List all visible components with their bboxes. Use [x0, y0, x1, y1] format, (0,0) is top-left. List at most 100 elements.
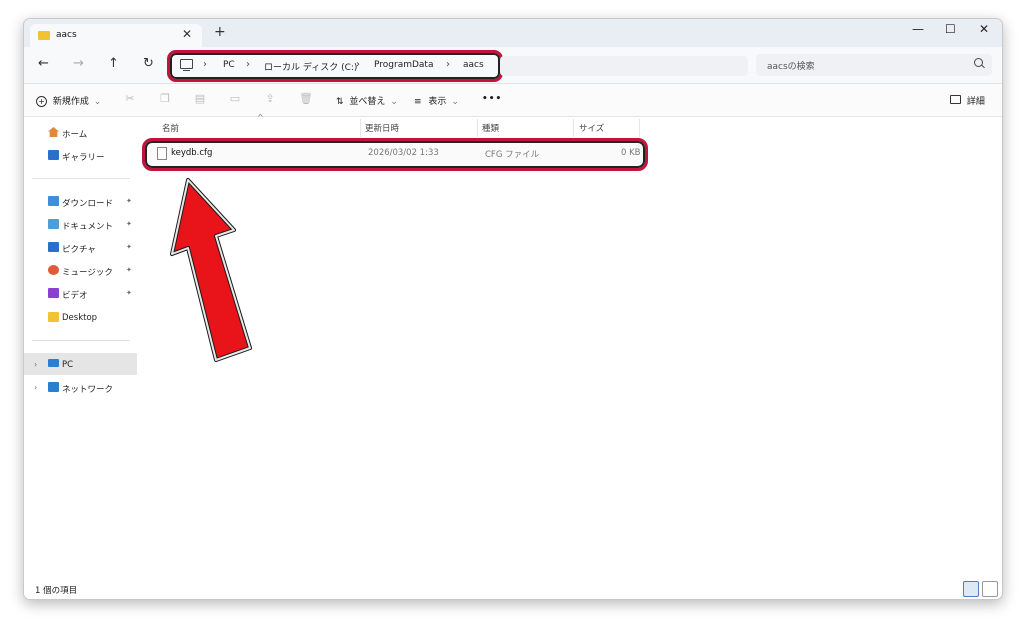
pin-icon[interactable]: ✦ — [126, 197, 132, 205]
sidebar-label: ピクチャ — [62, 245, 96, 255]
tiles-view-icon[interactable] — [982, 581, 998, 597]
annotation-arrow — [170, 178, 252, 362]
column-header-size[interactable]: サイズ — [579, 122, 604, 134]
sidebar-label: PC — [62, 360, 74, 370]
sidebar-label: ダウンロード — [62, 199, 114, 209]
copy-icon[interactable]: ❐ — [159, 92, 171, 105]
sidebar-label: ドキュメント — [62, 222, 114, 232]
tab-close-icon[interactable]: ✕ — [182, 27, 192, 41]
address-bar-extension[interactable] — [500, 56, 748, 76]
refresh-button[interactable]: ↻ — [143, 56, 154, 71]
sidebar-label: ギャラリー — [62, 153, 105, 163]
title-bar: aacs ✕ + — ☐ ✕ — [24, 19, 1002, 47]
navigation-pane: ホーム ギャラリー ダウンロード ✦ ドキュメント ✦ ピクチャ ✦ ミュージッ… — [24, 117, 138, 577]
gallery-icon — [48, 150, 59, 160]
new-label: 新規作成 — [52, 97, 89, 107]
breadcrumb-pc[interactable]: PC — [223, 60, 235, 70]
navigation-bar: ← → ↑ ↻ › PC › ローカル ディスク (C:) › ProgramD… — [24, 47, 1002, 84]
file-name: keydb.cfg — [171, 148, 213, 158]
column-separator — [477, 119, 478, 137]
pin-icon[interactable]: ✦ — [126, 243, 132, 251]
chevron-right-icon: › — [356, 59, 360, 70]
arrow-shape — [170, 178, 252, 362]
search-input[interactable]: aacsの検索 — [767, 59, 815, 72]
column-separator — [639, 119, 640, 137]
command-bar: + 新規作成 ⌄ ✂ ❐ ▤ ▭ ⇪ 🗑 ⇅ 並べ替え ⌄ ≡ 表示 ⌄ •••… — [24, 84, 1002, 117]
back-button[interactable]: ← — [38, 56, 49, 71]
sidebar-label: ホーム — [62, 130, 88, 140]
address-bar[interactable]: › PC › ローカル ディスク (C:) › ProgramData › aa… — [167, 50, 503, 82]
share-icon[interactable]: ⇪ — [264, 92, 276, 105]
pin-icon[interactable]: ✦ — [126, 220, 132, 228]
search-icon — [974, 58, 983, 67]
column-header-name[interactable]: 名前 — [162, 122, 179, 134]
breadcrumb-aacs[interactable]: aacs — [463, 60, 484, 70]
item-count: 1 個の項目 — [35, 586, 78, 596]
sort-indicator-icon: ^ — [257, 113, 264, 122]
view-label: 表示 — [428, 97, 447, 107]
pin-icon[interactable]: ✦ — [126, 266, 132, 274]
expand-chevron-icon[interactable]: › — [34, 360, 37, 369]
sidebar-selection — [24, 353, 137, 375]
sidebar-label: ビデオ — [62, 291, 88, 301]
details-pane-button[interactable]: 詳細 — [950, 94, 985, 107]
file-type: CFG ファイル — [485, 150, 540, 160]
column-separator — [573, 119, 574, 137]
tab-aacs[interactable]: aacs ✕ — [30, 24, 202, 47]
sort-button[interactable]: ⇅ 並べ替え ⌄ — [336, 94, 398, 107]
file-size: 0 KB — [621, 148, 641, 158]
folder-icon — [38, 31, 50, 40]
sidebar-divider — [32, 178, 130, 179]
home-icon — [48, 127, 59, 137]
folder-icon — [48, 312, 59, 322]
sidebar-label: ネットワーク — [62, 385, 114, 395]
breadcrumb-programdata[interactable]: ProgramData — [374, 60, 433, 70]
maximize-button[interactable]: ☐ — [945, 22, 956, 36]
sidebar-label: ミュージック — [62, 268, 113, 278]
details-pane-icon — [950, 95, 961, 104]
chevron-right-icon: › — [246, 59, 250, 70]
view-button[interactable]: ≡ 表示 ⌄ — [414, 94, 459, 107]
search-box[interactable]: aacsの検索 — [756, 54, 992, 76]
rename-icon[interactable]: ▭ — [229, 92, 241, 105]
column-header-modified[interactable]: 更新日時 — [365, 122, 399, 134]
downloads-icon — [48, 196, 59, 206]
expand-chevron-icon[interactable]: › — [34, 383, 37, 392]
details-view-icon[interactable] — [963, 581, 979, 597]
pc-monitor-icon — [48, 359, 59, 367]
new-tab-button[interactable]: + — [214, 24, 226, 40]
sort-label: 並べ替え — [349, 97, 386, 107]
up-button[interactable]: ↑ — [108, 56, 119, 71]
close-button[interactable]: ✕ — [979, 22, 989, 36]
plus-circle-icon: + — [36, 96, 47, 107]
forward-button[interactable]: → — [73, 56, 84, 71]
pin-icon[interactable]: ✦ — [126, 289, 132, 297]
network-icon — [48, 382, 59, 392]
videos-icon — [48, 288, 59, 298]
more-options-button[interactable]: ••• — [482, 94, 502, 104]
chevron-right-icon: › — [446, 59, 450, 70]
pc-icon — [180, 59, 193, 72]
delete-icon[interactable]: 🗑 — [299, 92, 313, 105]
status-bar: 1 個の項目 — [24, 579, 1002, 599]
view-lines-icon: ≡ — [414, 97, 422, 107]
new-button[interactable]: + 新規作成 ⌄ — [36, 94, 101, 107]
cut-icon[interactable]: ✂ — [124, 92, 136, 105]
file-modified: 2026/03/02 1:33 — [368, 148, 439, 158]
column-separator — [360, 119, 361, 137]
file-row-keydb[interactable]: keydb.cfg 2026/03/02 1:33 CFG ファイル 0 KB — [142, 138, 648, 171]
sidebar-divider — [32, 340, 130, 341]
paste-icon[interactable]: ▤ — [194, 92, 206, 105]
minimize-button[interactable]: — — [912, 22, 924, 36]
column-header-type[interactable]: 種類 — [482, 122, 499, 134]
chevron-down-icon: ⌄ — [451, 97, 459, 107]
file-icon — [157, 147, 167, 160]
documents-icon — [48, 219, 59, 229]
music-icon — [48, 265, 59, 275]
details-label: 詳細 — [966, 97, 985, 107]
chevron-right-icon: › — [203, 59, 207, 70]
chevron-down-icon: ⌄ — [93, 97, 102, 107]
tab-title: aacs — [56, 30, 77, 40]
sidebar-label: Desktop — [62, 313, 98, 323]
breadcrumb-local-disk[interactable]: ローカル ディスク (C:) — [264, 60, 357, 73]
